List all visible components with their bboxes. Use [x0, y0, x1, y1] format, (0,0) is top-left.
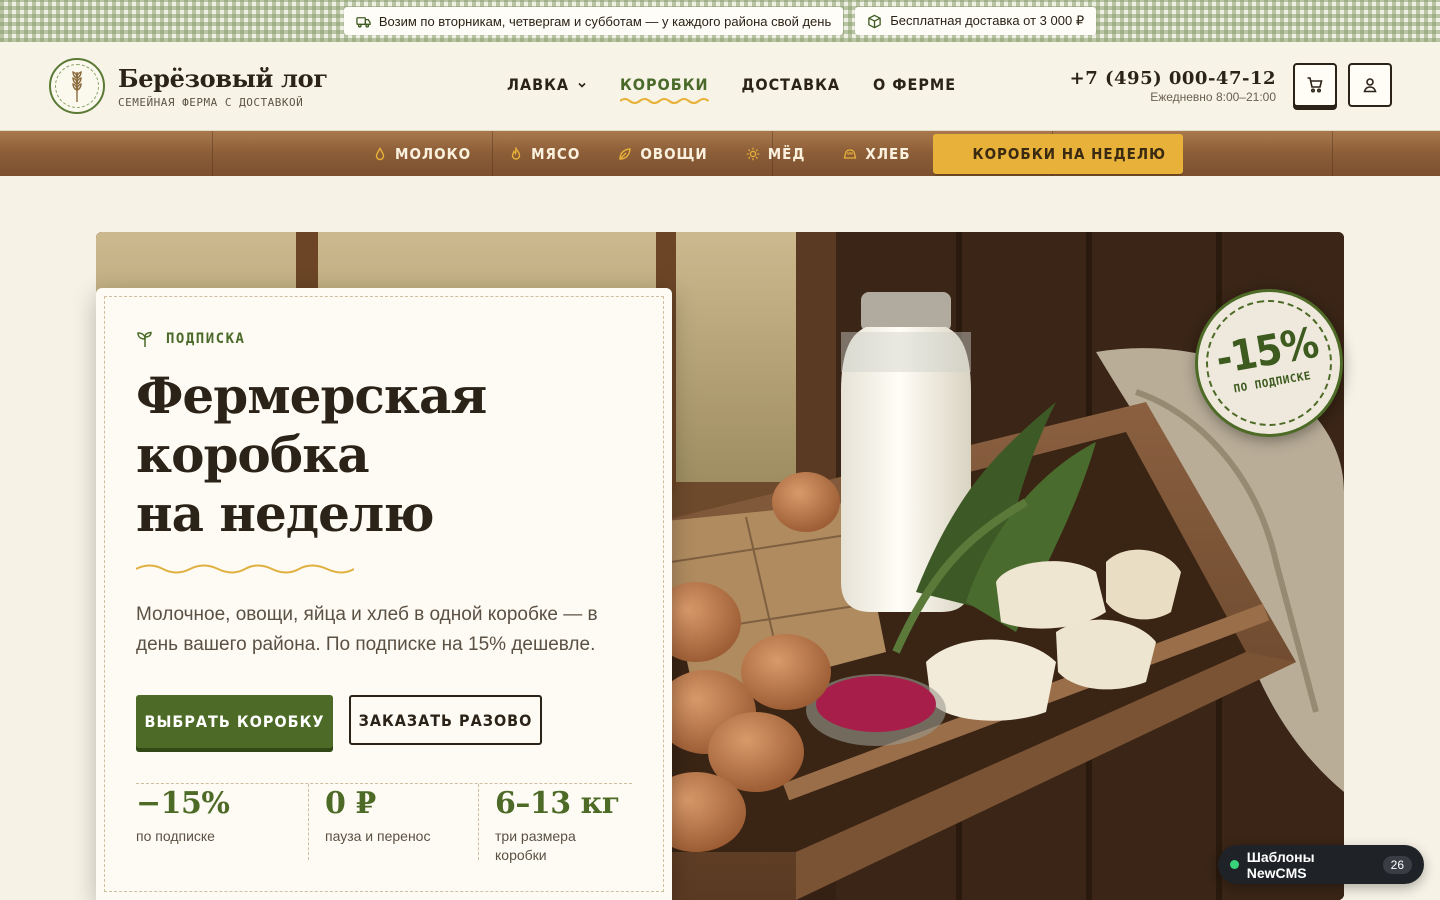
hero-stats: −15% по подписке 0 ₽ пауза и перенос 6–1… — [136, 783, 632, 863]
account-button[interactable] — [1348, 63, 1392, 107]
hero-description: Молочное, овощи, яйца и хлеб в одной кор… — [136, 604, 598, 655]
sun-icon — [746, 147, 759, 160]
working-hours: Ежедневно 8:00–21:00 — [1150, 90, 1276, 104]
truck-icon — [356, 16, 371, 28]
stat-label: по подписке — [136, 828, 215, 844]
stat-label: три размера коробки — [495, 828, 576, 863]
hero-card: ПОДПИСКА Фермерская коробка на неделю Мо… — [96, 288, 672, 900]
drop-icon — [375, 146, 385, 160]
category-bread[interactable]: ХЛЕБ — [843, 145, 910, 163]
hero-title-line: Фермерская — [136, 366, 487, 425]
nav-shop-label: ЛАВКА — [507, 75, 569, 94]
category-meat[interactable]: МЯСО — [509, 145, 580, 163]
stat-value: −15% — [136, 786, 230, 821]
decorative-wave — [136, 564, 354, 574]
nav-delivery[interactable]: ДОСТАВКА — [742, 75, 840, 94]
bread-icon — [844, 148, 857, 159]
leaf-icon — [619, 147, 632, 160]
logo[interactable] — [49, 58, 105, 114]
wheat-icon — [72, 71, 82, 102]
subscription-eyebrow: ПОДПИСКА — [136, 330, 245, 348]
sprout-icon — [137, 331, 152, 347]
brand-name[interactable]: Берёзовый лог — [118, 64, 328, 93]
stat-value: 6–13 кг — [495, 786, 620, 821]
site-header: Берёзовый лог СЕМЕЙНАЯ ФЕРМА С ДОСТАВКОЙ… — [0, 42, 1440, 131]
category-bar: МОЛОКО МЯСО ОВОЩИ МЁД ХЛЕБ КОРОБКИ НА НЕ… — [0, 131, 1440, 176]
nav-boxes[interactable]: КОРОБКИ — [619, 75, 709, 104]
stat-label: пауза и перенос — [325, 828, 431, 844]
main-nav: ЛАВКА КОРОБКИ ДОСТАВКА О ФЕРМЕ — [507, 75, 956, 104]
hero-title-line: коробка — [136, 425, 370, 484]
nav-about-label: О ФЕРМЕ — [872, 75, 957, 94]
nav-about[interactable]: О ФЕРМЕ — [873, 75, 956, 94]
hero-title-line: на неделю — [136, 484, 434, 543]
phone-number[interactable]: +7 (495) 000-47-12 — [1070, 68, 1276, 89]
stat-sizes: 6–13 кг три размера коробки — [478, 784, 632, 863]
category-honey[interactable]: МЁД — [746, 145, 806, 163]
widget-count-badge: 26 — [1382, 855, 1412, 874]
cart-button[interactable] — [1293, 63, 1337, 107]
box-icon — [868, 14, 882, 28]
weekly-boxes-button[interactable]: КОРОБКИ НА НЕДЕЛЮ — [932, 133, 1183, 174]
templates-widget[interactable]: Шаблоны NewCMS 26 — [1218, 845, 1424, 884]
category-bread-label: ХЛЕБ — [865, 144, 911, 163]
hero-title: Фермерская коробка на неделю — [136, 366, 596, 543]
widget-label: Шаблоны NewCMS — [1246, 848, 1315, 881]
category-honey-label: МЁД — [767, 144, 806, 163]
cart-icon — [1307, 77, 1323, 93]
category-vegetables-label: ОВОЩИ — [640, 144, 708, 163]
stat-value: 0 ₽ — [325, 786, 376, 821]
active-underline — [619, 98, 709, 104]
schedule-notice: Возим по вторникам, четвергам и субботам… — [343, 7, 844, 35]
schedule-text: Возим по вторникам, четвергам и субботам… — [378, 13, 832, 29]
user-icon — [1363, 78, 1377, 93]
free-delivery-notice: Бесплатная доставка от 3 000 ₽ — [855, 7, 1097, 35]
announcement-bar: Возим по вторникам, четвергам и субботам… — [0, 0, 1440, 42]
stat-discount: −15% по подписке — [136, 784, 308, 860]
nav-shop[interactable]: ЛАВКА — [507, 75, 587, 94]
nav-delivery-label: ДОСТАВКА — [741, 75, 840, 94]
category-vegetables[interactable]: ОВОЩИ — [618, 145, 707, 163]
category-milk-label: МОЛОКО — [395, 144, 472, 163]
brand-tagline: СЕМЕЙНАЯ ФЕРМА С ДОСТАВКОЙ — [118, 96, 304, 109]
status-dot — [1230, 860, 1239, 869]
stat-pause: 0 ₽ пауза и перенос — [308, 784, 478, 860]
chevron-down-icon — [578, 82, 586, 88]
eyebrow-label: ПОДПИСКА — [166, 331, 246, 347]
flame-icon — [511, 146, 521, 160]
nav-boxes-label: КОРОБКИ — [619, 75, 709, 94]
free-delivery-text: Бесплатная доставка от 3 000 ₽ — [890, 13, 1085, 28]
category-milk[interactable]: МОЛОКО — [373, 145, 471, 163]
one-time-order-button[interactable]: ЗАКАЗАТЬ РАЗОВО — [349, 695, 542, 745]
category-meat-label: МЯСО — [531, 144, 581, 163]
choose-box-button[interactable]: ВЫБРАТЬ КОРОБКУ — [136, 695, 333, 748]
